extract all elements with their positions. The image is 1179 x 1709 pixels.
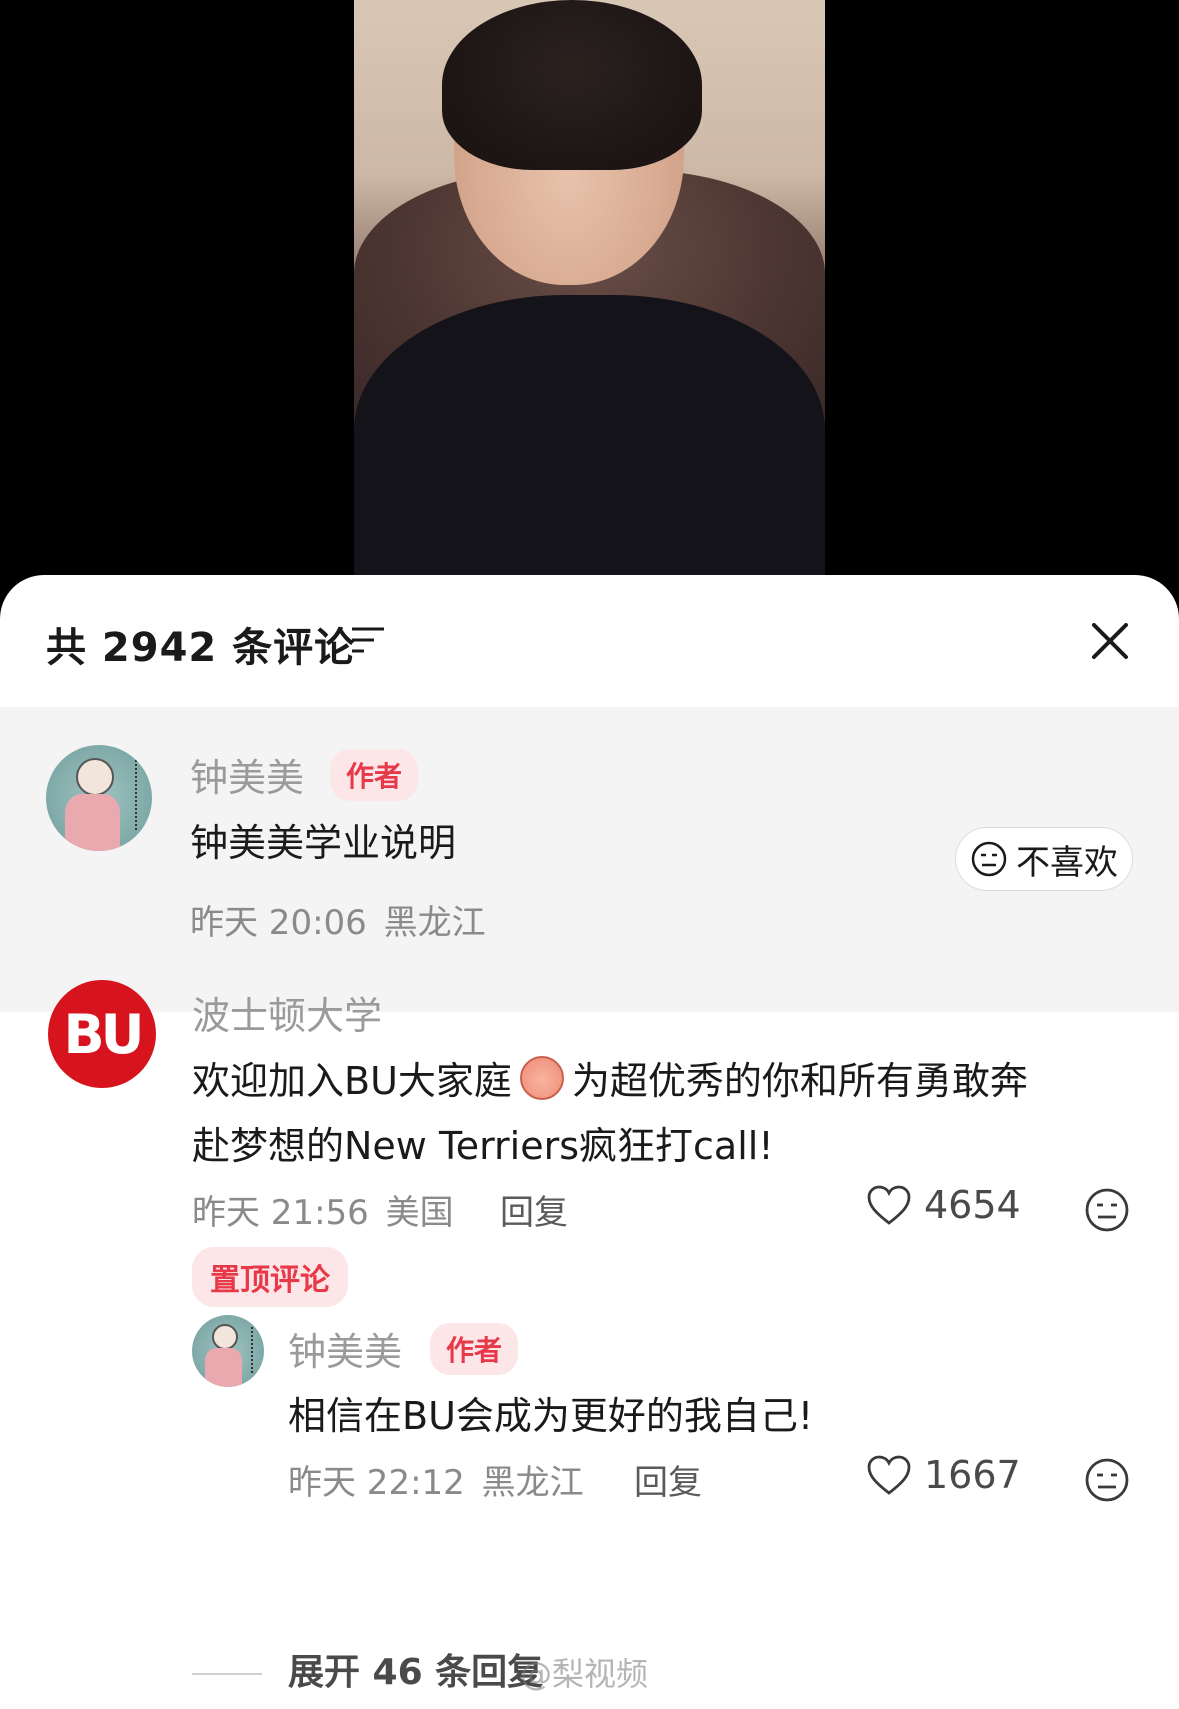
post-location: 黑龙江 [383,903,486,943]
reply-like-count: 1667 [924,1453,1021,1497]
reply-meta: 昨天 22:12 黑龙江 [288,1455,584,1504]
video-frame[interactable] [354,0,825,580]
avatar-script [250,1322,257,1373]
author-name[interactable]: 钟美美 [190,747,304,802]
bu-avatar-text: BU [63,1002,144,1066]
reply-like-button[interactable]: 1667 [866,1453,1021,1497]
expand-divider [192,1673,262,1675]
video-player[interactable] [0,0,1179,600]
bu-avatar[interactable]: BU [48,980,156,1088]
comment-text-part: 欢迎加入BU大家庭 [192,1059,512,1103]
author-post: 钟美美 作者 钟美美学业说明 昨天 20:06 黑龙江 不喜欢 [0,707,1179,1012]
heart-icon [867,1185,911,1225]
filter-icon[interactable] [350,625,386,655]
neutral-face-icon[interactable] [1084,1187,1130,1233]
author-post-text: 钟美美学业说明 [190,821,457,865]
avatar-face [212,1323,239,1350]
pinned-badge: 置顶评论 [192,1247,348,1307]
reply-text: 相信在BU会成为更好的我自己! [288,1394,814,1438]
avatar-script [135,755,141,830]
comment-count-title: 共 2942 条评论 [46,625,356,671]
author-badge: 作者 [330,749,419,801]
avatar-body [204,1348,243,1387]
avatar-body [65,793,121,851]
neutral-face-icon[interactable] [1084,1457,1130,1503]
like-count: 4654 [924,1183,1021,1227]
reply-time: 昨天 22:12 [288,1463,465,1503]
comment-location: 美国 [385,1193,454,1233]
commenter-name[interactable]: 波士顿大学 [192,985,382,1040]
like-button[interactable]: 4654 [866,1183,1021,1227]
video-person-shirt [354,295,825,580]
expand-replies-button[interactable]: 展开 46 条回复 [288,1643,543,1695]
laughing-emoji-icon [519,1056,564,1100]
neutral-face-icon [971,841,1007,877]
author-avatar[interactable] [46,745,152,851]
comment-meta: 昨天 21:56 美国 [192,1185,454,1234]
reply-to-reply-button[interactable]: 回复 [634,1455,702,1504]
comment-sheet: 共 2942 条评论 钟美美 作者 钟美美学业说明 昨天 20:06 黑龙江 不… [0,575,1179,1709]
comment-text-part: 为超优秀的你和所有勇敢奔 [571,1059,1028,1103]
watermark: @梨视频 [520,1655,649,1693]
reply-author-badge: 作者 [430,1323,519,1375]
reply-location: 黑龙江 [481,1463,584,1503]
reply-author-avatar[interactable] [192,1315,264,1387]
dislike-button[interactable]: 不喜欢 [955,827,1133,891]
video-person-hair [442,0,702,170]
reply-author-name[interactable]: 钟美美 [288,1321,402,1376]
post-time: 昨天 20:06 [190,903,367,943]
author-post-time: 昨天 20:06 黑龙江 [190,895,486,944]
sheet-header: 共 2942 条评论 [0,575,1179,707]
dislike-label: 不喜欢 [1016,842,1118,883]
heart-icon [867,1455,911,1495]
close-icon[interactable] [1088,619,1132,663]
comment-text-line2: 赴梦想的New Terriers疯狂打call! [192,1124,774,1168]
comment-time: 昨天 21:56 [192,1193,369,1233]
reply-button[interactable]: 回复 [500,1185,568,1234]
avatar-face [75,757,114,796]
comment-text-line1: 欢迎加入BU大家庭 为超优秀的你和所有勇敢奔 [192,1050,1152,1105]
